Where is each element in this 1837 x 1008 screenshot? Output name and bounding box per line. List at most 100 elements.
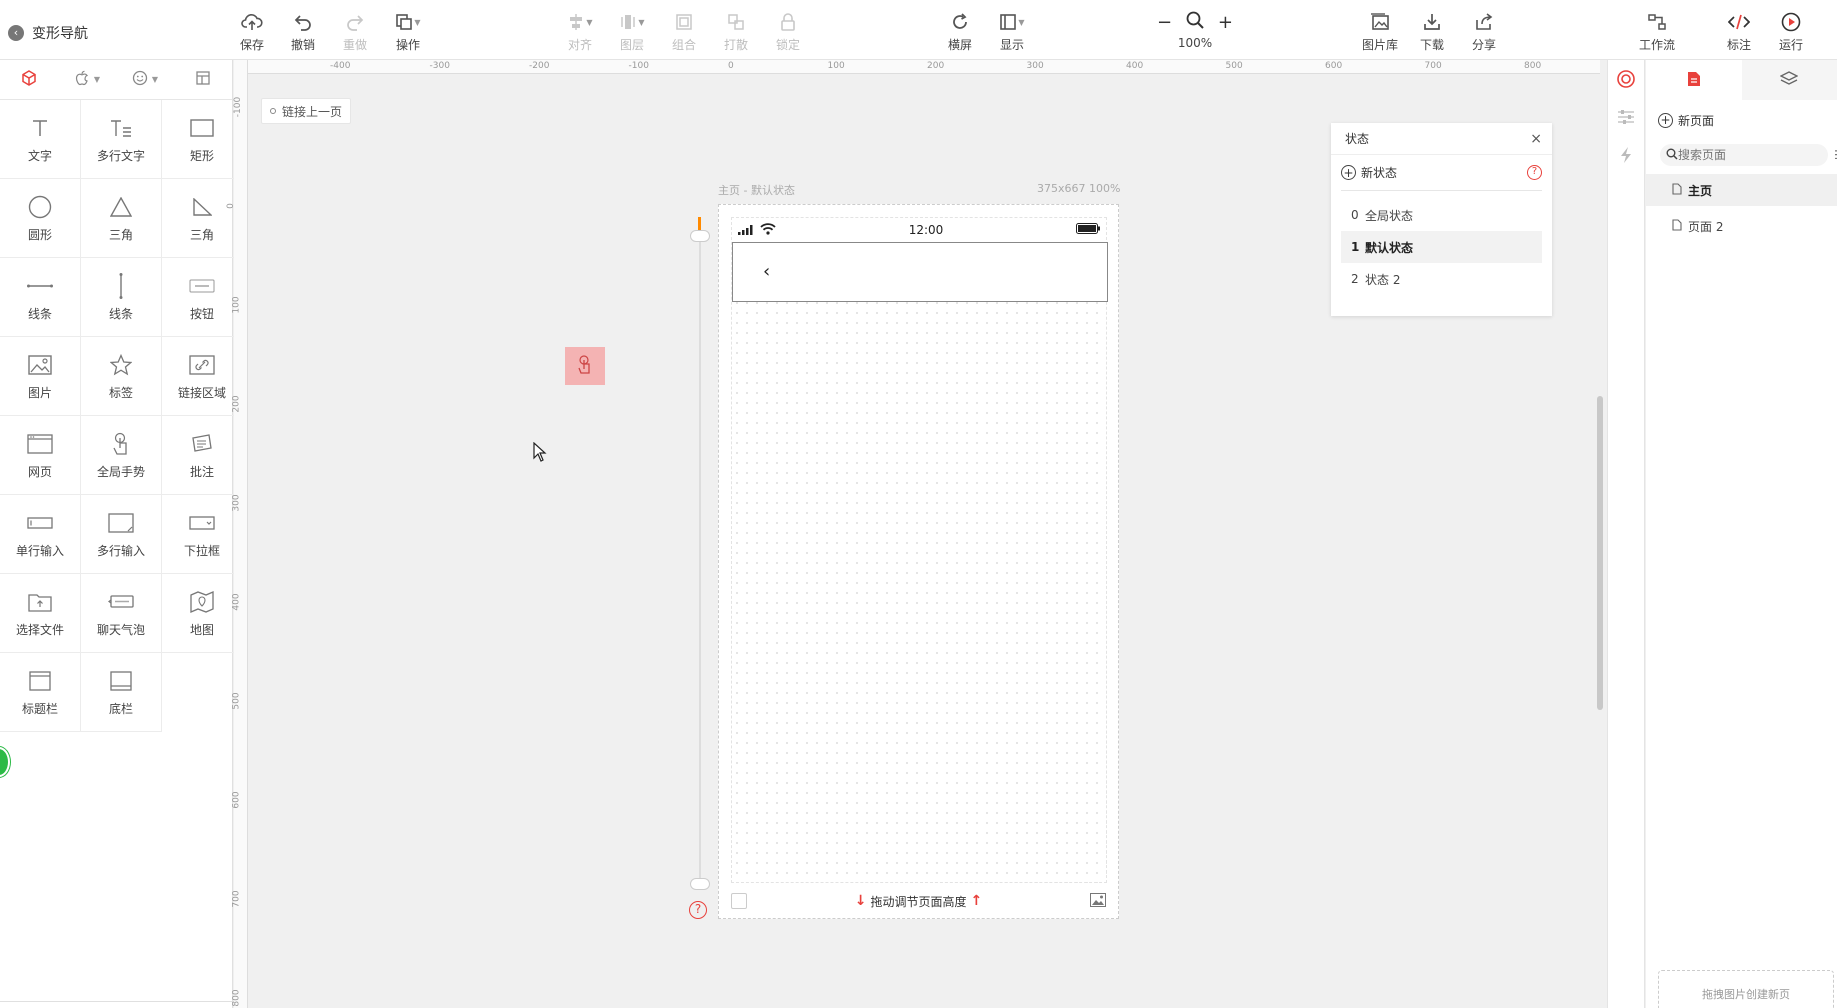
sliders-icon[interactable]	[1608, 98, 1644, 136]
map-icon	[190, 589, 214, 615]
note-icon	[190, 431, 214, 457]
phone-screen[interactable]: 12:00 ‹	[731, 217, 1108, 883]
help-icon[interactable]: ?	[689, 901, 707, 919]
component-right-triangle[interactable]: 三角	[162, 179, 243, 258]
dot-icon	[270, 108, 276, 114]
global-gesture-hotspot[interactable]	[565, 347, 605, 385]
tab-icon-components[interactable]: ▼	[116, 60, 174, 99]
folder-icon	[28, 589, 52, 615]
page-item[interactable]: 页面 2	[1646, 210, 1837, 242]
component-webpage[interactable]: 网页	[0, 416, 81, 495]
drop-image-zone[interactable]: 拖拽图片创建新页	[1658, 970, 1834, 1008]
tab-ios-components[interactable]: ▼	[58, 60, 116, 99]
dropdown-icon	[189, 510, 215, 536]
lock-button[interactable]: 锁定	[763, 10, 813, 53]
save-button[interactable]: 保存	[227, 10, 277, 53]
artboard-footer: ↓ 拖动调节页面高度 ↑	[719, 884, 1118, 918]
component-chat-bubble[interactable]: 聊天气泡	[81, 574, 162, 653]
component-note[interactable]: 批注	[162, 416, 243, 495]
component-title-bar[interactable]: 标题栏	[0, 653, 81, 732]
title-bar[interactable]: ‹	[732, 242, 1108, 302]
back-arrow-icon[interactable]: ‹	[763, 261, 770, 282]
download-button[interactable]: 下载	[1407, 10, 1457, 53]
ruler-vertical: -100 0 100 200 300 400 500 600 700 800	[226, 60, 248, 1008]
ruler-tick-label: 600	[1325, 61, 1343, 71]
ruler-tick-label: 700	[231, 890, 242, 908]
fixed-height-checkbox[interactable]	[731, 893, 747, 909]
back-button[interactable]: ‹ 变形导航	[8, 23, 88, 43]
component-rectangle[interactable]: 矩形	[162, 100, 243, 179]
new-state-button[interactable]: + 新状态	[1341, 164, 1397, 181]
share-button[interactable]: 分享	[1459, 10, 1509, 53]
new-page-button[interactable]: + 新页面	[1646, 100, 1837, 140]
canvas-vertical-scrollbar[interactable]	[1597, 396, 1603, 710]
tab-basic-components[interactable]	[0, 60, 58, 99]
zoom-in-button[interactable]: +	[1218, 12, 1233, 33]
component-single-input[interactable]: 单行输入	[0, 495, 81, 574]
tab-pages[interactable]	[1646, 60, 1742, 100]
state-item[interactable]: 1 默认状态	[1341, 231, 1542, 263]
page-label: 主页	[1688, 183, 1713, 198]
component-multiline-text[interactable]: 多行文字	[81, 100, 162, 179]
landscape-button[interactable]: 横屏	[935, 10, 985, 53]
component-triangle[interactable]: 三角	[81, 179, 162, 258]
state-item[interactable]: 0 全局状态	[1341, 199, 1542, 231]
drag-height-hint[interactable]: ↓ 拖动调节页面高度 ↑	[855, 893, 982, 910]
component-circle[interactable]: 圆形	[0, 179, 81, 258]
component-horizontal-line[interactable]: 线条	[0, 258, 81, 337]
zoom-control: − + 100%	[1155, 10, 1235, 50]
zoom-out-button[interactable]: −	[1157, 12, 1172, 33]
component-map[interactable]: 地图	[162, 574, 243, 653]
chat-bubble-icon	[108, 589, 134, 615]
magnifier-icon[interactable]	[1185, 10, 1205, 35]
component-vertical-line[interactable]: 线条	[81, 258, 162, 337]
redo-button[interactable]: 重做	[330, 10, 380, 53]
redo-icon	[330, 10, 380, 34]
page-search-input[interactable]	[1660, 144, 1828, 166]
component-bottom-bar[interactable]: 底栏	[81, 653, 162, 732]
component-image[interactable]: 图片	[0, 337, 81, 416]
annotate-button[interactable]: 标注	[1714, 10, 1764, 53]
target-icon[interactable]	[1608, 60, 1644, 98]
title-bar-icon	[29, 668, 51, 694]
component-tabs: ▼ ▼	[0, 60, 232, 100]
layer-button[interactable]: ▼ 图层	[607, 10, 657, 53]
top-resize-handle[interactable]	[690, 230, 710, 242]
tab-layers[interactable]	[1741, 60, 1837, 100]
component-multi-input[interactable]: 多行输入	[81, 495, 162, 574]
plus-circle-icon: +	[1341, 165, 1356, 180]
tab-templates[interactable]	[174, 60, 232, 99]
state-item[interactable]: 2 状态 2	[1341, 263, 1542, 295]
plus-circle-icon: +	[1658, 112, 1673, 128]
states-panel-title: 状态	[1345, 132, 1370, 146]
ruler-tick-label: 400	[231, 593, 242, 611]
align-button[interactable]: ▼ 对齐	[555, 10, 605, 53]
zoom-level: 100%	[1177, 36, 1213, 50]
operate-button[interactable]: ▼ 操作	[383, 10, 433, 53]
ruler-tick-label: 100	[231, 296, 242, 314]
component-folder[interactable]: 选择文件	[0, 574, 81, 653]
image-icon	[28, 352, 52, 378]
ungroup-button[interactable]: 打散	[711, 10, 761, 53]
close-icon[interactable]: ×	[1530, 131, 1542, 147]
help-icon[interactable]: ?	[1527, 165, 1542, 180]
undo-button[interactable]: 撤销	[278, 10, 328, 53]
workflow-button[interactable]: 工作流	[1632, 10, 1682, 53]
ruler-tick-label: 300	[1026, 61, 1044, 71]
component-label: 下拉框	[183, 543, 220, 558]
lightning-icon[interactable]	[1608, 136, 1644, 174]
link-previous-page-tag[interactable]: 链接上一页	[261, 98, 352, 124]
component-text[interactable]: 文字	[0, 100, 81, 179]
arrow-down-icon: ↓	[854, 893, 867, 909]
group-button[interactable]: 组合	[659, 10, 709, 53]
page-list: 主页页面 2	[1646, 174, 1837, 242]
component-gesture[interactable]: 全局手势	[81, 416, 162, 495]
image-library-button[interactable]: 图片库	[1355, 10, 1405, 53]
property-icon-strip	[1607, 60, 1645, 1008]
bottom-resize-handle[interactable]	[690, 878, 710, 890]
background-image-icon[interactable]	[1089, 892, 1106, 910]
display-button[interactable]: ▼ 显示	[987, 10, 1037, 53]
run-button[interactable]: 运行	[1766, 10, 1816, 53]
page-item[interactable]: 主页	[1646, 174, 1837, 206]
component-star[interactable]: 标签	[81, 337, 162, 416]
